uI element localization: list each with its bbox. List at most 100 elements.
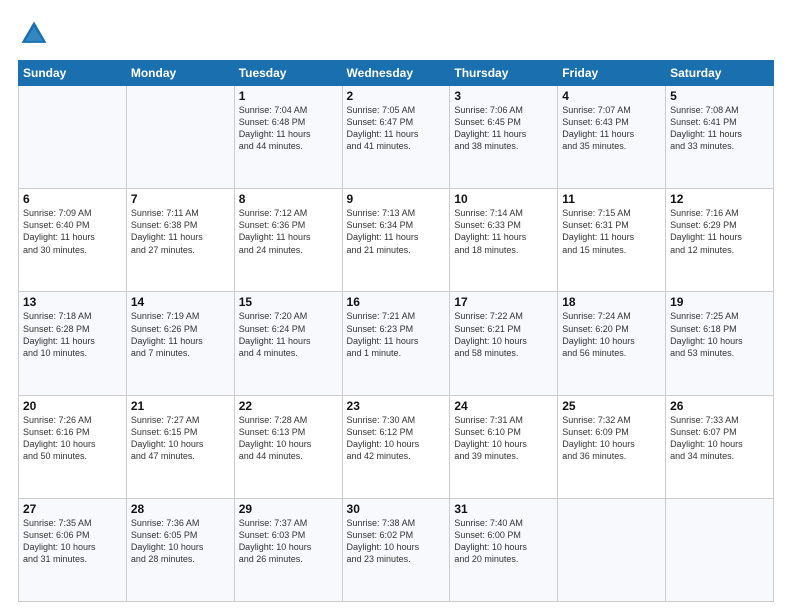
cell-content: Sunrise: 7:25 AM Sunset: 6:18 PM Dayligh… — [670, 310, 769, 359]
calendar-cell: 17Sunrise: 7:22 AM Sunset: 6:21 PM Dayli… — [450, 292, 558, 395]
calendar-cell: 13Sunrise: 7:18 AM Sunset: 6:28 PM Dayli… — [19, 292, 127, 395]
weekday-header-friday: Friday — [558, 61, 666, 86]
page: SundayMondayTuesdayWednesdayThursdayFrid… — [0, 0, 792, 612]
day-number: 22 — [239, 399, 338, 413]
cell-content: Sunrise: 7:31 AM Sunset: 6:10 PM Dayligh… — [454, 414, 553, 463]
cell-content: Sunrise: 7:35 AM Sunset: 6:06 PM Dayligh… — [23, 517, 122, 566]
week-row-1: 1Sunrise: 7:04 AM Sunset: 6:48 PM Daylig… — [19, 86, 774, 189]
calendar-cell: 2Sunrise: 7:05 AM Sunset: 6:47 PM Daylig… — [342, 86, 450, 189]
day-number: 17 — [454, 295, 553, 309]
calendar-cell: 15Sunrise: 7:20 AM Sunset: 6:24 PM Dayli… — [234, 292, 342, 395]
cell-content: Sunrise: 7:16 AM Sunset: 6:29 PM Dayligh… — [670, 207, 769, 256]
cell-content: Sunrise: 7:11 AM Sunset: 6:38 PM Dayligh… — [131, 207, 230, 256]
calendar-cell: 29Sunrise: 7:37 AM Sunset: 6:03 PM Dayli… — [234, 498, 342, 601]
weekday-header-tuesday: Tuesday — [234, 61, 342, 86]
day-number: 2 — [347, 89, 446, 103]
day-number: 10 — [454, 192, 553, 206]
calendar-cell: 4Sunrise: 7:07 AM Sunset: 6:43 PM Daylig… — [558, 86, 666, 189]
cell-content: Sunrise: 7:26 AM Sunset: 6:16 PM Dayligh… — [23, 414, 122, 463]
cell-content: Sunrise: 7:28 AM Sunset: 6:13 PM Dayligh… — [239, 414, 338, 463]
cell-content: Sunrise: 7:37 AM Sunset: 6:03 PM Dayligh… — [239, 517, 338, 566]
day-number: 3 — [454, 89, 553, 103]
day-number: 27 — [23, 502, 122, 516]
calendar-cell: 9Sunrise: 7:13 AM Sunset: 6:34 PM Daylig… — [342, 189, 450, 292]
calendar-cell: 19Sunrise: 7:25 AM Sunset: 6:18 PM Dayli… — [666, 292, 774, 395]
calendar-cell: 11Sunrise: 7:15 AM Sunset: 6:31 PM Dayli… — [558, 189, 666, 292]
cell-content: Sunrise: 7:40 AM Sunset: 6:00 PM Dayligh… — [454, 517, 553, 566]
day-number: 21 — [131, 399, 230, 413]
cell-content: Sunrise: 7:22 AM Sunset: 6:21 PM Dayligh… — [454, 310, 553, 359]
day-number: 5 — [670, 89, 769, 103]
day-number: 28 — [131, 502, 230, 516]
calendar-cell: 8Sunrise: 7:12 AM Sunset: 6:36 PM Daylig… — [234, 189, 342, 292]
day-number: 14 — [131, 295, 230, 309]
day-number: 8 — [239, 192, 338, 206]
calendar-cell: 27Sunrise: 7:35 AM Sunset: 6:06 PM Dayli… — [19, 498, 127, 601]
day-number: 23 — [347, 399, 446, 413]
day-number: 9 — [347, 192, 446, 206]
day-number: 6 — [23, 192, 122, 206]
week-row-4: 20Sunrise: 7:26 AM Sunset: 6:16 PM Dayli… — [19, 395, 774, 498]
logo — [18, 18, 54, 50]
day-number: 1 — [239, 89, 338, 103]
day-number: 24 — [454, 399, 553, 413]
day-number: 7 — [131, 192, 230, 206]
cell-content: Sunrise: 7:13 AM Sunset: 6:34 PM Dayligh… — [347, 207, 446, 256]
cell-content: Sunrise: 7:15 AM Sunset: 6:31 PM Dayligh… — [562, 207, 661, 256]
calendar-cell: 5Sunrise: 7:08 AM Sunset: 6:41 PM Daylig… — [666, 86, 774, 189]
day-number: 31 — [454, 502, 553, 516]
day-number: 26 — [670, 399, 769, 413]
day-number: 4 — [562, 89, 661, 103]
day-number: 20 — [23, 399, 122, 413]
calendar-cell: 6Sunrise: 7:09 AM Sunset: 6:40 PM Daylig… — [19, 189, 127, 292]
cell-content: Sunrise: 7:38 AM Sunset: 6:02 PM Dayligh… — [347, 517, 446, 566]
calendar-header: SundayMondayTuesdayWednesdayThursdayFrid… — [19, 61, 774, 86]
calendar-cell: 30Sunrise: 7:38 AM Sunset: 6:02 PM Dayli… — [342, 498, 450, 601]
cell-content: Sunrise: 7:12 AM Sunset: 6:36 PM Dayligh… — [239, 207, 338, 256]
weekday-header-sunday: Sunday — [19, 61, 127, 86]
weekday-header-wednesday: Wednesday — [342, 61, 450, 86]
weekday-row: SundayMondayTuesdayWednesdayThursdayFrid… — [19, 61, 774, 86]
day-number: 12 — [670, 192, 769, 206]
calendar-cell: 22Sunrise: 7:28 AM Sunset: 6:13 PM Dayli… — [234, 395, 342, 498]
week-row-5: 27Sunrise: 7:35 AM Sunset: 6:06 PM Dayli… — [19, 498, 774, 601]
calendar-body: 1Sunrise: 7:04 AM Sunset: 6:48 PM Daylig… — [19, 86, 774, 602]
calendar-cell: 31Sunrise: 7:40 AM Sunset: 6:00 PM Dayli… — [450, 498, 558, 601]
weekday-header-monday: Monday — [126, 61, 234, 86]
day-number: 16 — [347, 295, 446, 309]
cell-content: Sunrise: 7:36 AM Sunset: 6:05 PM Dayligh… — [131, 517, 230, 566]
calendar-cell: 7Sunrise: 7:11 AM Sunset: 6:38 PM Daylig… — [126, 189, 234, 292]
calendar-cell: 3Sunrise: 7:06 AM Sunset: 6:45 PM Daylig… — [450, 86, 558, 189]
cell-content: Sunrise: 7:21 AM Sunset: 6:23 PM Dayligh… — [347, 310, 446, 359]
calendar-cell: 26Sunrise: 7:33 AM Sunset: 6:07 PM Dayli… — [666, 395, 774, 498]
calendar-cell: 12Sunrise: 7:16 AM Sunset: 6:29 PM Dayli… — [666, 189, 774, 292]
cell-content: Sunrise: 7:20 AM Sunset: 6:24 PM Dayligh… — [239, 310, 338, 359]
logo-icon — [18, 18, 50, 50]
cell-content: Sunrise: 7:33 AM Sunset: 6:07 PM Dayligh… — [670, 414, 769, 463]
calendar-cell — [666, 498, 774, 601]
weekday-header-thursday: Thursday — [450, 61, 558, 86]
cell-content: Sunrise: 7:04 AM Sunset: 6:48 PM Dayligh… — [239, 104, 338, 153]
cell-content: Sunrise: 7:05 AM Sunset: 6:47 PM Dayligh… — [347, 104, 446, 153]
day-number: 29 — [239, 502, 338, 516]
cell-content: Sunrise: 7:09 AM Sunset: 6:40 PM Dayligh… — [23, 207, 122, 256]
cell-content: Sunrise: 7:27 AM Sunset: 6:15 PM Dayligh… — [131, 414, 230, 463]
calendar-cell: 18Sunrise: 7:24 AM Sunset: 6:20 PM Dayli… — [558, 292, 666, 395]
header — [18, 18, 774, 50]
weekday-header-saturday: Saturday — [666, 61, 774, 86]
day-number: 18 — [562, 295, 661, 309]
calendar-cell: 10Sunrise: 7:14 AM Sunset: 6:33 PM Dayli… — [450, 189, 558, 292]
calendar-cell: 21Sunrise: 7:27 AM Sunset: 6:15 PM Dayli… — [126, 395, 234, 498]
calendar-cell: 24Sunrise: 7:31 AM Sunset: 6:10 PM Dayli… — [450, 395, 558, 498]
cell-content: Sunrise: 7:30 AM Sunset: 6:12 PM Dayligh… — [347, 414, 446, 463]
cell-content: Sunrise: 7:18 AM Sunset: 6:28 PM Dayligh… — [23, 310, 122, 359]
day-number: 25 — [562, 399, 661, 413]
calendar-cell: 14Sunrise: 7:19 AM Sunset: 6:26 PM Dayli… — [126, 292, 234, 395]
day-number: 30 — [347, 502, 446, 516]
calendar-cell: 20Sunrise: 7:26 AM Sunset: 6:16 PM Dayli… — [19, 395, 127, 498]
calendar: SundayMondayTuesdayWednesdayThursdayFrid… — [18, 60, 774, 602]
cell-content: Sunrise: 7:14 AM Sunset: 6:33 PM Dayligh… — [454, 207, 553, 256]
calendar-cell — [558, 498, 666, 601]
day-number: 19 — [670, 295, 769, 309]
calendar-cell — [126, 86, 234, 189]
